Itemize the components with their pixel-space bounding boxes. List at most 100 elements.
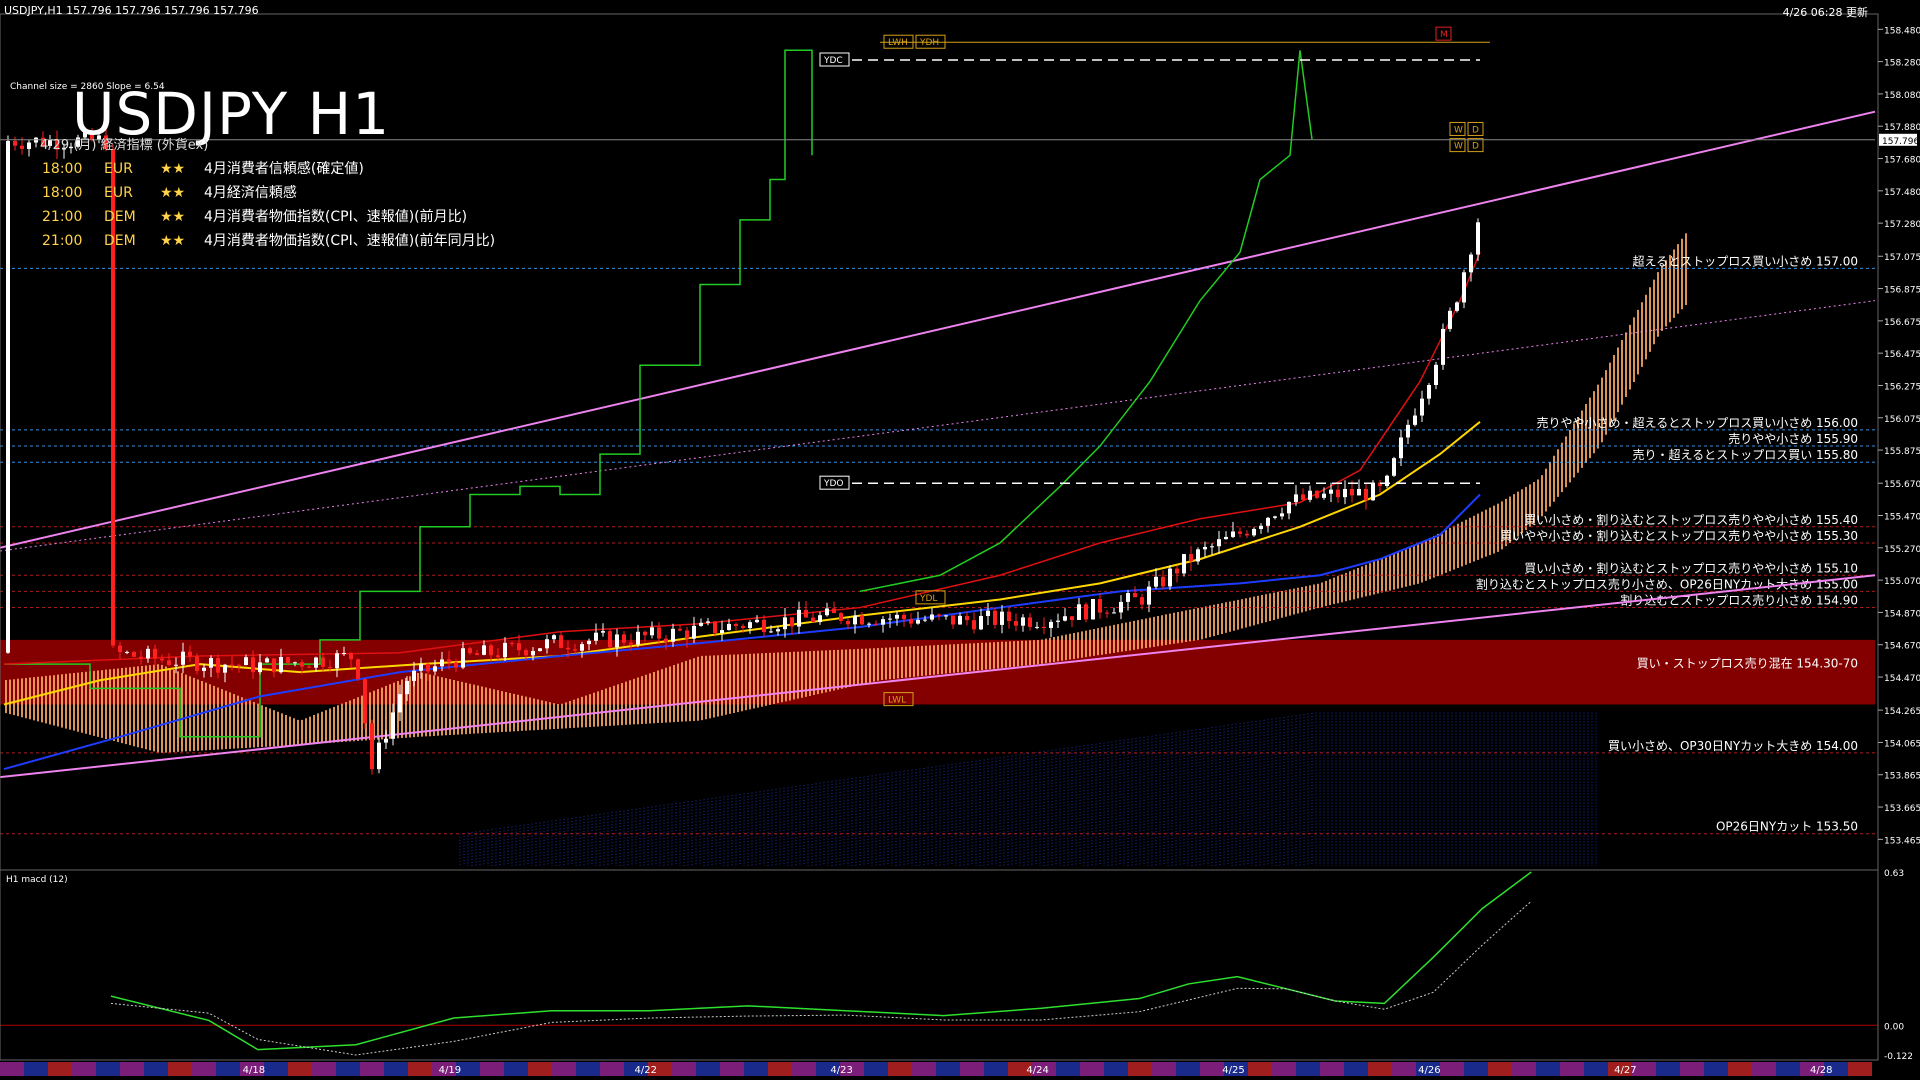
candle-body — [1175, 568, 1179, 574]
candle-body — [643, 631, 647, 636]
candle-body — [951, 615, 955, 625]
candle-body — [13, 140, 17, 146]
session-block — [168, 1062, 192, 1076]
y-tick-label: 157.880 — [1884, 123, 1920, 133]
candle-body — [1245, 533, 1249, 536]
candle-body — [307, 666, 311, 668]
candle-body — [1168, 568, 1172, 587]
candle-body — [251, 657, 255, 673]
y-tick-label: 157.280 — [1884, 220, 1920, 230]
candle-body — [888, 618, 892, 620]
candle-body — [1035, 626, 1039, 628]
candle-body — [1182, 554, 1186, 574]
candle-body — [776, 629, 780, 632]
candle-body — [328, 666, 332, 669]
candle-body — [1126, 593, 1130, 602]
candle-body — [398, 694, 402, 713]
y-tick-label: 156.275 — [1884, 382, 1920, 392]
candle-body — [440, 659, 444, 667]
event-name: 4月消費者物価指数(CPI、速報値)(前月比) — [204, 209, 468, 225]
candle-body — [902, 614, 906, 620]
candle-body — [1133, 593, 1137, 598]
macd-frame — [0, 869, 1879, 1061]
candle-body — [1336, 489, 1340, 498]
x-tick-label: 4/23 — [830, 1065, 852, 1076]
session-block — [1320, 1062, 1344, 1076]
session-block — [144, 1062, 168, 1076]
candle-body — [1399, 437, 1403, 459]
candle-body — [545, 639, 549, 649]
y-tick-label: 155.670 — [1884, 480, 1920, 490]
candle-body — [1042, 626, 1046, 629]
price-level-label: 売りやや小さめ・超えるとストップロス買い小さめ 156.00 — [1537, 415, 1858, 430]
candle-body — [370, 723, 374, 770]
candle-body — [867, 623, 871, 625]
candle-body — [237, 664, 241, 666]
candle-body — [1252, 528, 1256, 536]
x-tick-label: 4/24 — [1026, 1065, 1048, 1076]
candle-body — [1084, 604, 1088, 620]
candle-body — [1119, 601, 1123, 613]
candle-body — [1266, 517, 1270, 526]
candle-body — [706, 621, 710, 623]
candle-body — [1161, 576, 1165, 587]
event-name: 4月消費者信頼感(確定値) — [204, 161, 364, 177]
candle-body — [244, 657, 248, 666]
candle-body — [811, 617, 815, 623]
candle-body — [979, 615, 983, 630]
candle-body — [202, 667, 206, 671]
marker-lwl-label: LWL — [888, 696, 906, 706]
candle-body — [713, 621, 717, 633]
candle-body — [510, 642, 514, 644]
candle-body — [839, 613, 843, 621]
candle-body — [874, 623, 878, 625]
session-block — [336, 1062, 360, 1076]
session-block — [888, 1062, 912, 1076]
marker-ydc-label: YDC — [823, 56, 843, 66]
candle-body — [258, 662, 262, 673]
marker-ydl-label: YDL — [919, 594, 937, 604]
session-block — [1128, 1062, 1152, 1076]
candle-body — [223, 664, 227, 673]
y-tick-label: 154.670 — [1884, 642, 1920, 652]
y-tick-label: 155.470 — [1884, 512, 1920, 522]
candle-body — [1154, 576, 1158, 587]
candle-body — [489, 645, 493, 656]
candle-body — [1427, 385, 1431, 399]
event-name: 4月経済信頼感 — [204, 185, 297, 201]
candle-body — [468, 648, 472, 654]
candle-body — [475, 653, 479, 655]
candle-body — [160, 658, 164, 661]
candle-body — [1469, 254, 1473, 273]
candle-body — [958, 615, 962, 625]
macd-tick-label: 0.00 — [1884, 1022, 1904, 1032]
price-level-label: 買い小さめ・割り込むとストップロス売りやや小さめ 155.10 — [1524, 560, 1858, 575]
candle-body — [769, 631, 773, 633]
y-tick-label: 158.280 — [1884, 59, 1920, 69]
candle-body — [832, 608, 836, 614]
candle-body — [195, 656, 199, 671]
candle-body — [1112, 612, 1116, 614]
candle-body — [930, 614, 934, 620]
session-block — [912, 1062, 936, 1076]
session-block — [504, 1062, 528, 1076]
candle-body — [783, 617, 787, 630]
candle-body — [629, 642, 633, 645]
candle-body — [1406, 424, 1410, 438]
event-time: 21:00 — [42, 209, 83, 225]
candle-body — [524, 650, 528, 656]
candle-body — [909, 619, 913, 624]
candle-body — [419, 663, 423, 671]
y-tick-label: 153.465 — [1884, 836, 1920, 846]
candle-body — [1028, 617, 1032, 627]
candle-body — [972, 620, 976, 630]
session-block — [1680, 1062, 1704, 1076]
lower-cloud — [459, 712, 1597, 866]
session-block — [24, 1062, 48, 1076]
event-time: 18:00 — [42, 185, 83, 201]
y-tick-label: 157.480 — [1884, 188, 1920, 198]
y-tick-label: 154.265 — [1884, 707, 1920, 717]
candle-body — [699, 622, 703, 626]
session-block — [1392, 1062, 1416, 1076]
candle-body — [349, 652, 353, 660]
